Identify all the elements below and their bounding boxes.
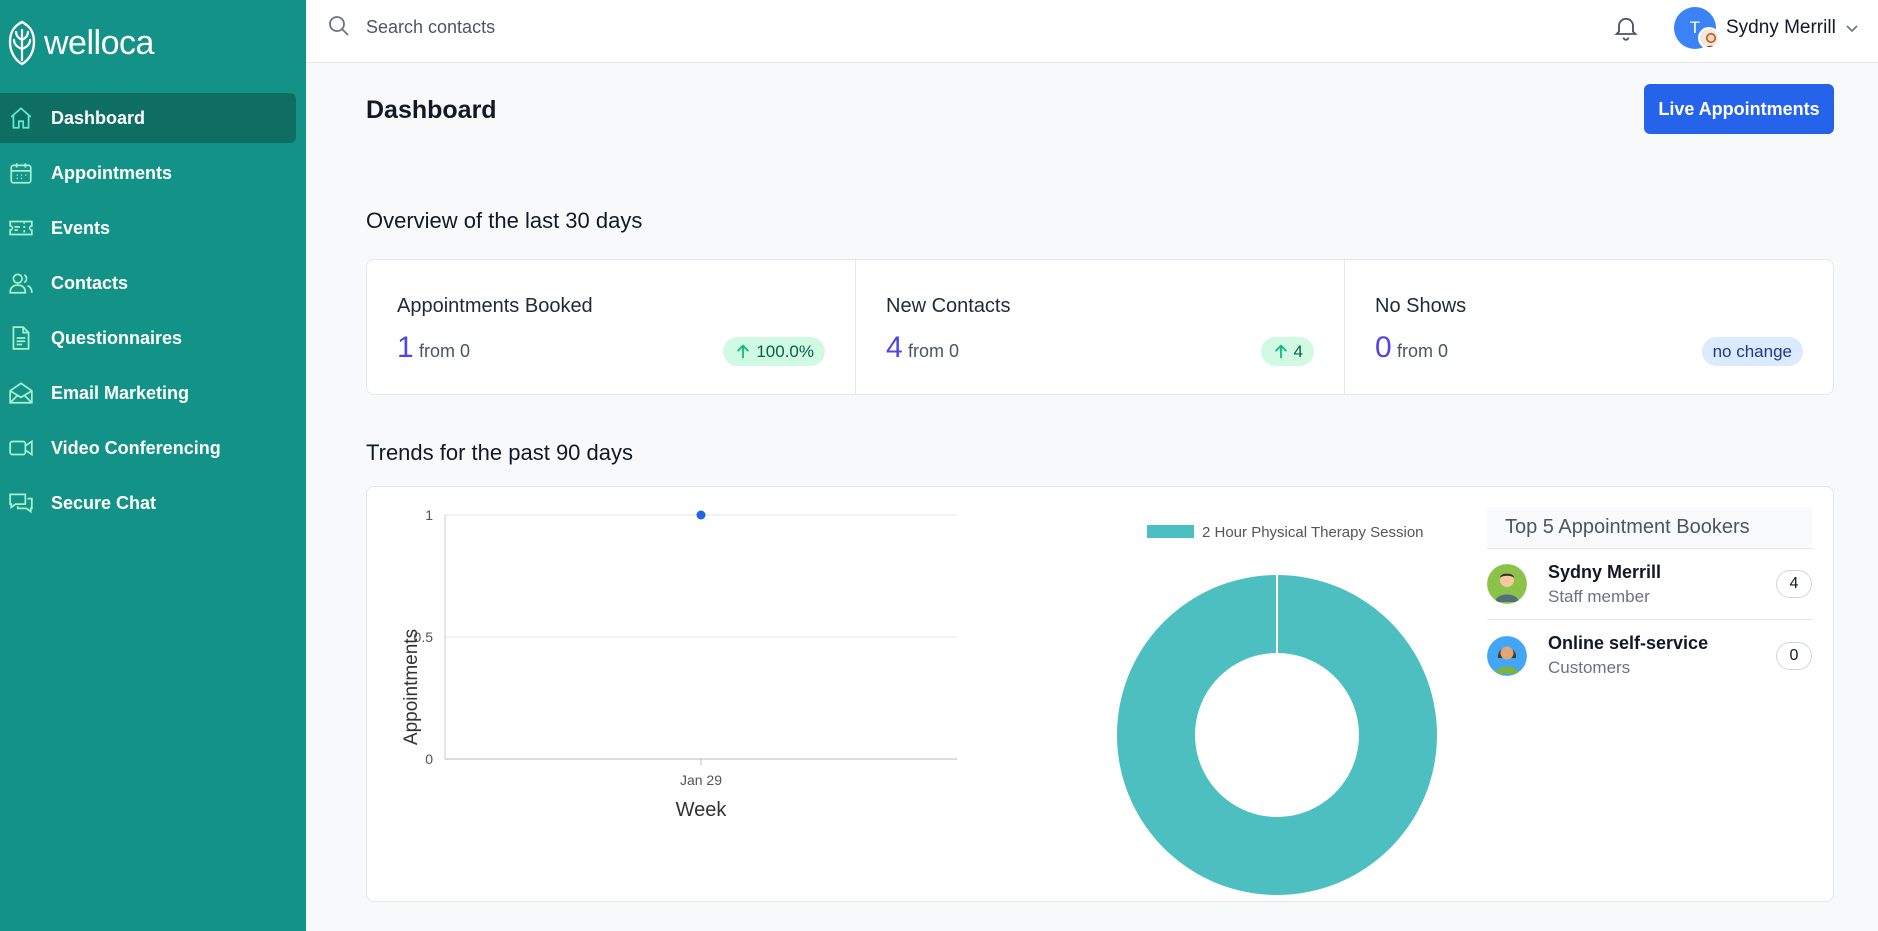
stat-value: 1 [397,331,414,364]
page-title: Dashboard [366,96,497,124]
legend-swatch [1147,525,1194,538]
user-name: Sydny Merrill [1726,17,1836,38]
ticket-icon [8,215,34,241]
sidebar-item-events[interactable]: Events [0,203,296,253]
booker-count-badge: 4 [1776,570,1812,598]
booker-count-badge: 0 [1776,641,1812,670]
sidebar-item-secure-chat[interactable]: Secure Chat [0,478,296,528]
stat-no-shows: No Shows 0 from 0 no change [1345,260,1833,394]
chevron-down-icon [1846,25,1858,33]
arrow-up-icon [737,343,750,358]
booker-name: Online self-service [1548,633,1709,653]
stat-value: 0 [1375,331,1392,364]
sidebar-item-label: Events [51,217,111,238]
stat-label: New Contacts [886,295,1011,317]
document-icon [8,325,34,351]
trends-panel: 0 0.5 1 Jan 29 Week Appointments 2 Hour Phy… [366,486,1834,902]
sidebar-item-label: Dashboard [51,107,146,128]
overview-title: Overview of the last 30 days [366,208,643,233]
sidebar-item-label: Email Marketing [51,382,190,403]
arrow-up-icon [1274,343,1287,358]
sidebar-item-label: Questionnaires [51,327,183,348]
badge-text: 4 [1293,341,1303,361]
y-tick-label: 0 [425,751,433,767]
chat-bubbles-icon [8,490,34,516]
bell-icon[interactable] [1612,13,1640,41]
legend-label: 2 Hour Physical Therapy Session [1202,524,1424,541]
top-header: T Sydny Merrill [306,0,1878,63]
y-axis-label: Appointments [401,629,422,745]
trends-title: Trends for the past 90 days [366,440,633,465]
badge-text: 100.0% [756,341,814,361]
calendar-icon [8,160,34,186]
search-icon [329,16,349,36]
sidebar: welloca Dashboard Appointments Events Co… [0,0,306,931]
sidebar-item-email-marketing[interactable]: Email Marketing [0,368,296,418]
stat-from: from 0 [419,341,471,361]
sidebar-item-dashboard[interactable]: Dashboard [0,93,296,143]
envelope-open-icon [8,380,34,406]
appointment-type-donut-chart: 2 Hour Physical Therapy Session [1116,524,1437,895]
sidebar-nav: Dashboard Appointments Events Contacts Q… [0,93,306,533]
sidebar-item-label: Contacts [51,272,129,293]
stat-value: 4 [886,331,903,364]
badge-text: no change [1712,341,1792,361]
y-tick-label: 1 [425,507,433,523]
sidebar-item-label: Video Conferencing [51,437,221,458]
search-input[interactable] [366,10,766,44]
video-camera-icon [8,435,34,461]
stat-from: from 0 [908,341,960,361]
trend-badge: 100.0% [723,337,825,366]
welloca-logo[interactable]: welloca [6,18,154,68]
sidebar-item-contacts[interactable]: Contacts [0,258,296,308]
booker-name: Sydny Merrill [1548,561,1662,582]
list-item[interactable]: Sydny Merrill Staff member 4 [1487,549,1812,620]
trend-badge: 4 [1260,337,1314,366]
leaf-logo-icon [8,20,36,66]
home-icon [8,105,34,131]
top-bookers-panel: Top 5 Appointment Bookers Sydny Merrill … [1487,507,1812,691]
man-avatar-icon [1487,564,1527,604]
x-axis-label: Week [676,799,728,821]
user-photo-icon [1698,27,1720,49]
trend-badge: no change [1701,337,1803,366]
sidebar-item-questionnaires[interactable]: Questionnaires [0,313,296,363]
stat-from: from 0 [1397,341,1449,361]
avatar: T [1674,7,1720,49]
stat-appointments-booked: Appointments Booked 1 from 0 100.0% [367,260,856,394]
top-bookers-title: Top 5 Appointment Bookers [1487,507,1812,549]
sidebar-item-label: Secure Chat [51,492,157,513]
users-icon [8,270,34,296]
live-appointments-button[interactable]: Live Appointments [1644,84,1834,134]
stat-new-contacts: New Contacts 4 from 0 4 [856,260,1345,394]
appointments-line-chart: 00.51Jan 29 Week Appointments [401,507,957,821]
x-tick-label: Jan 29 [680,772,722,788]
avatar [1487,564,1527,604]
data-point[interactable] [696,510,706,520]
stat-label: Appointments Booked [397,295,593,317]
sidebar-item-appointments[interactable]: Appointments [0,148,296,198]
overview-stats: Appointments Booked 1 from 0 100.0% New … [366,259,1834,395]
booker-role: Customers [1548,658,1631,677]
woman-avatar-icon [1487,635,1527,676]
stat-label: No Shows [1375,295,1467,317]
avatar [1487,635,1527,676]
sidebar-item-video-conferencing[interactable]: Video Conferencing [0,423,296,473]
user-menu[interactable]: T Sydny Merrill [1674,7,1859,49]
brand-name: welloca [44,23,154,62]
booker-role: Staff member [1548,586,1650,606]
list-item[interactable]: Online self-service Customers 0 [1487,620,1812,691]
sidebar-item-label: Appointments [51,162,172,183]
